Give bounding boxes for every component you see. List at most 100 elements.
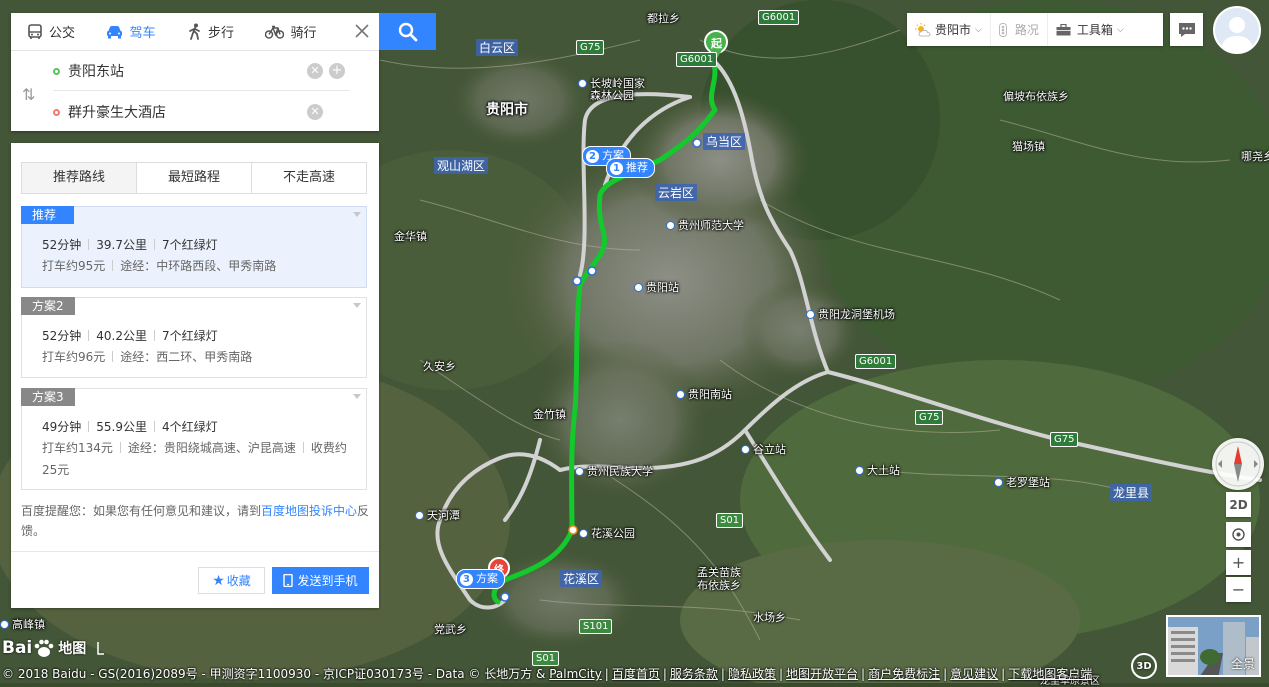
traffic-light-icon xyxy=(998,22,1007,37)
footer-link[interactable]: 商户免费标注 xyxy=(868,667,940,681)
tab-shortest[interactable]: 最短路程 xyxy=(137,163,252,193)
compass-icon xyxy=(1215,441,1261,487)
traffic-button[interactable]: 路况 xyxy=(991,13,1048,46)
view-2d-button[interactable]: 2D xyxy=(1226,492,1251,517)
clear-end-icon[interactable]: ✕ xyxy=(307,104,323,120)
footer-link[interactable]: 地图开放平台 xyxy=(786,667,858,681)
star-icon: ★ xyxy=(212,572,225,589)
route-plan-1[interactable]: 推荐 52分钟 39.7公里 7个红绿灯 打车约95元 途经：中环路西段、甲秀南路 xyxy=(21,206,367,288)
poi-label: 贵州师范大学 xyxy=(666,217,744,233)
close-icon[interactable] xyxy=(353,22,371,40)
mode-label: 步行 xyxy=(207,26,234,41)
end-dot-icon xyxy=(53,108,60,116)
feedback-tip: 百度提醒您：如果您有任何意见和建议，请到百度地图投诉中心反馈。 xyxy=(21,504,370,538)
place-label: 老罗堡站 xyxy=(994,474,1050,490)
road-shield: G75 xyxy=(915,410,944,425)
route-plan-3[interactable]: 方案3 49分钟 55.9公里 4个红绿灯 打车约134元 途经：贵阳绕城高速、沪昆高… xyxy=(21,388,367,490)
district-label: 白云区 xyxy=(476,39,519,56)
phone-icon xyxy=(283,574,294,587)
toolbox-button[interactable]: 工具箱 ⌵ xyxy=(1048,13,1132,46)
place-label: 都拉乡 xyxy=(647,12,680,25)
plan-detail: 打车约95元 途经：中环路西段、甲秀南路 xyxy=(42,259,277,273)
footer-link[interactable]: 隐私政策 xyxy=(728,667,776,681)
district-label: 云岩区 xyxy=(655,184,698,201)
scale-icon xyxy=(97,642,105,655)
mode-tab-walk[interactable]: 步行 xyxy=(171,13,251,50)
mode-label: 驾车 xyxy=(129,26,156,41)
chat-bubble-icon xyxy=(1178,22,1195,37)
mode-tab-car[interactable]: 驾车 xyxy=(91,13,171,50)
map-toolbar: 贵阳市 ⌵ 路况 工具箱 ⌵ xyxy=(907,13,1163,46)
plan-tag: 方案3 xyxy=(21,388,75,406)
place-label: 金华镇 xyxy=(394,230,427,243)
route-plan-2[interactable]: 方案2 52分钟 40.2公里 7个红绿灯 打车约96元 途经：西二环、甲秀南路 xyxy=(21,297,367,378)
toolbox-icon xyxy=(1056,23,1071,35)
message-button[interactable] xyxy=(1170,13,1203,46)
footer-link[interactable]: 意见建议 xyxy=(950,667,998,681)
favorite-button[interactable]: ★ 收藏 xyxy=(198,567,265,594)
bus-icon xyxy=(28,23,42,39)
3d-view-button[interactable]: 3D xyxy=(1131,653,1157,679)
footer-link[interactable]: 下载地图客户端 xyxy=(1008,667,1092,681)
search-button[interactable] xyxy=(379,13,436,50)
mode-tab-bike[interactable]: 骑行 xyxy=(251,13,331,50)
weather-sun-icon xyxy=(915,22,931,36)
tab-recommended[interactable]: 推荐路线 xyxy=(22,163,137,193)
tab-no-highway[interactable]: 不走高速 xyxy=(252,163,366,193)
expand-caret-icon[interactable] xyxy=(353,303,361,308)
expand-caret-icon[interactable] xyxy=(353,212,361,217)
start-input-value: 贵阳东站 xyxy=(68,64,124,80)
place-label: 哪尧乡 xyxy=(1241,150,1269,163)
zoom-out-button[interactable]: − xyxy=(1226,577,1251,602)
user-avatar[interactable] xyxy=(1213,6,1261,54)
plan-summary: 52分钟 40.2公里 7个红绿灯 xyxy=(42,329,218,343)
road-shield: G6001 xyxy=(855,354,897,369)
footer-link[interactable]: 百度首页 xyxy=(612,667,660,681)
poi-label: 贵阳南站 xyxy=(676,386,732,402)
district-label: 龙里县 xyxy=(1110,484,1153,501)
route-results-panel: 推荐路线 最短路程 不走高速 推荐 52分钟 39.7公里 7个红绿灯 打车约95元… xyxy=(11,143,379,608)
paw-logo-icon xyxy=(34,639,54,657)
chevron-down-icon: ⌵ xyxy=(1116,24,1124,35)
place-label: 水场乡 xyxy=(753,611,786,624)
mode-label: 公交 xyxy=(48,26,75,41)
zoom-in-button[interactable]: + xyxy=(1226,550,1251,575)
poi-label: 贵州民族大学 xyxy=(575,463,653,479)
start-marker-text: 起 xyxy=(711,37,722,50)
district-label: 乌当区 xyxy=(703,133,746,150)
district-label: 花溪区 xyxy=(560,570,603,587)
complaint-center-link[interactable]: 百度地图投诉中心 xyxy=(261,504,357,518)
mode-tab-bus[interactable]: 公交 xyxy=(11,13,91,50)
locate-icon xyxy=(1232,528,1245,541)
place-label: 天河潭 xyxy=(415,507,460,523)
footer-link[interactable]: 服务条款 xyxy=(670,667,718,681)
road-shield: S01 xyxy=(532,651,560,666)
route-bubble-plan3[interactable]: 3 方案 xyxy=(456,569,505,589)
locate-button[interactable] xyxy=(1226,522,1251,547)
user-icon xyxy=(1221,17,1253,52)
poi-label: 花溪公园 xyxy=(579,525,635,541)
route-bubble-recommended[interactable]: 1 推荐 xyxy=(606,158,655,178)
search-icon xyxy=(398,22,417,41)
panorama-thumbnail[interactable]: 全景 xyxy=(1166,615,1261,677)
expand-caret-icon[interactable] xyxy=(353,394,361,399)
road-shield: G6001 xyxy=(758,10,800,25)
road-shield: G75 xyxy=(1050,432,1079,447)
place-label: 党武乡 xyxy=(434,623,467,636)
baidu-map-logo[interactable]: Bai 地图 xyxy=(2,634,106,662)
start-input[interactable]: 贵阳东站 ✕ + xyxy=(53,52,349,91)
walk-icon xyxy=(189,23,200,40)
send-to-phone-button[interactable]: 发送到手机 xyxy=(272,567,369,594)
city-selector[interactable]: 贵阳市 ⌵ xyxy=(907,13,991,46)
add-waypoint-icon[interactable]: + xyxy=(329,63,345,79)
bike-icon xyxy=(265,25,285,39)
end-input-value: 群升豪生大酒店 xyxy=(68,105,166,121)
clear-start-icon[interactable]: ✕ xyxy=(307,63,323,79)
palmcity-link[interactable]: PalmCity xyxy=(549,667,602,681)
panorama-label: 全景 xyxy=(1230,657,1255,671)
route-input-panel: 公交 驾车 步行 骑行 ⇅ 贵阳东站 ✕ + 群升豪生大酒店 ✕ xyxy=(11,13,379,131)
plan-detail: 打车约96元 途经：西二环、甲秀南路 xyxy=(42,350,253,364)
compass-control[interactable] xyxy=(1212,438,1264,490)
end-input[interactable]: 群升豪生大酒店 ✕ xyxy=(53,93,349,131)
swap-route-icon[interactable]: ⇅ xyxy=(22,85,35,104)
